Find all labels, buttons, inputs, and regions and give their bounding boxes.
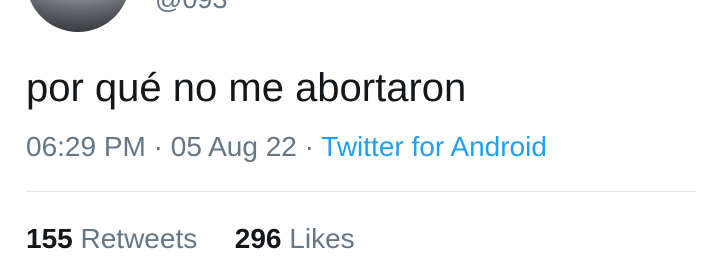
meta-separator: · <box>304 131 314 162</box>
tweet-stats: 155 Retweets 296 Likes <box>26 222 355 256</box>
tweet-date[interactable]: 05 Aug 22 <box>171 131 297 162</box>
avatar-shading <box>26 0 130 32</box>
tweet-time: 06:29 PM <box>26 131 146 162</box>
retweets-stat[interactable]: 155 Retweets <box>26 223 205 254</box>
likes-label: Likes <box>289 223 355 254</box>
retweets-label: Retweets <box>80 223 198 254</box>
user-avatar-icon[interactable] <box>26 0 130 32</box>
likes-count: 296 <box>234 223 282 254</box>
retweets-count: 155 <box>26 223 73 254</box>
tweet-card: @093 por qué no me abortaron 06:29 PM · … <box>0 0 720 254</box>
divider <box>26 191 696 192</box>
likes-stat[interactable]: 296 Likes <box>235 223 355 254</box>
tweet-source-link[interactable]: Twitter for Android <box>321 131 547 162</box>
meta-separator: · <box>153 131 163 162</box>
user-handle[interactable]: @093 <box>155 0 227 16</box>
tweet-text: por qué no me abortaron <box>26 66 467 110</box>
tweet-meta: 06:29 PM · 05 Aug 22 · Twitter for Andro… <box>26 130 547 164</box>
